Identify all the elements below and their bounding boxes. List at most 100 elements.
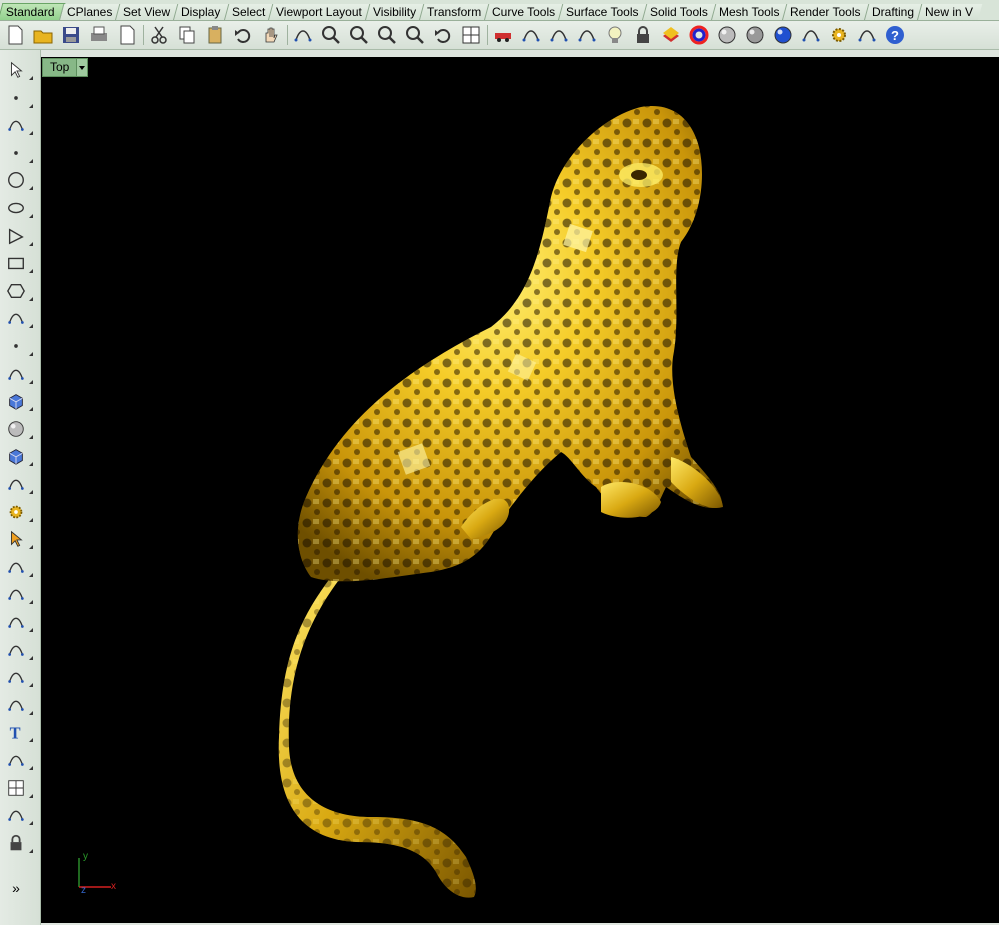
ellipse-tool[interactable] <box>4 196 28 220</box>
gear-solid-tool[interactable] <box>4 500 28 524</box>
osnap-button[interactable] <box>574 22 600 47</box>
circle-tool[interactable] <box>4 168 28 192</box>
layer-icon <box>663 26 679 42</box>
tab-label: Mesh Tools <box>718 5 780 19</box>
zoom-window-button[interactable] <box>346 22 372 47</box>
copy-icon <box>179 26 195 43</box>
rotate-view-button[interactable] <box>290 22 316 47</box>
zoom-extents-button[interactable] <box>374 22 400 47</box>
light-bulb-button[interactable] <box>602 22 628 47</box>
new-document-button[interactable] <box>2 22 28 47</box>
print-button[interactable] <box>86 22 112 47</box>
flyout-indicator <box>29 655 33 660</box>
viewport-menu-arrow[interactable] <box>76 59 88 76</box>
blend-curve-tool[interactable] <box>4 693 28 717</box>
color-wheel-button[interactable] <box>686 22 712 47</box>
boolean-spheres-tool[interactable] <box>4 417 28 441</box>
extrude-surface-tool[interactable] <box>4 362 28 386</box>
tab-standard[interactable]: Standard <box>0 3 66 20</box>
shaded-sphere-button[interactable] <box>742 22 768 47</box>
flyout-indicator <box>29 545 33 550</box>
tab-display[interactable]: Display <box>172 4 230 20</box>
tab-curve-tools[interactable]: Curve Tools <box>483 4 565 20</box>
scale-tool[interactable] <box>4 748 28 772</box>
save-icon <box>63 26 79 43</box>
cylinder-tool[interactable] <box>4 444 28 468</box>
flyout-indicator <box>29 490 33 494</box>
tab-solid-tools[interactable]: Solid Tools <box>641 4 717 20</box>
polygon-triangle-tool[interactable] <box>4 224 28 248</box>
tab-new-in-v[interactable]: New in V <box>916 4 982 20</box>
box-solid-tool[interactable] <box>4 389 28 413</box>
tab-render-tools[interactable]: Render Tools <box>781 4 870 20</box>
transform-tool[interactable] <box>4 803 28 827</box>
color-wheel-icon <box>689 25 709 44</box>
copy-button[interactable] <box>174 22 200 47</box>
tab-surface-tools[interactable]: Surface Tools <box>557 4 649 20</box>
viewport-title-tab[interactable]: Top <box>42 58 89 77</box>
curve-points-tool[interactable] <box>4 141 28 165</box>
curve-arc-icon <box>8 672 24 684</box>
cplane-icon <box>522 29 540 41</box>
zoom-button[interactable] <box>318 22 344 47</box>
properties-icon <box>120 25 135 44</box>
undo-button[interactable] <box>230 22 256 47</box>
pan-hand-button[interactable] <box>258 22 284 47</box>
tab-drafting[interactable]: Drafting <box>863 4 923 20</box>
zoom-selected-button[interactable] <box>402 22 428 47</box>
mesh-plane-tool[interactable] <box>4 472 28 496</box>
block-icon <box>10 834 22 851</box>
hexagon-tool[interactable] <box>4 279 28 303</box>
properties-pen-icon <box>802 29 820 41</box>
grid-snap-button[interactable] <box>546 22 572 47</box>
help-button[interactable]: ? <box>882 22 908 47</box>
print-icon <box>91 26 107 41</box>
curve-arc-tool[interactable] <box>4 665 28 689</box>
lock-button[interactable] <box>630 22 656 47</box>
move-tool-tool[interactable] <box>4 555 28 579</box>
paste-button[interactable] <box>202 22 228 47</box>
render-sphere-button[interactable] <box>714 22 740 47</box>
tab-cplanes[interactable]: CPlanes <box>58 4 122 20</box>
array-grid-tool[interactable] <box>4 776 28 800</box>
settings-gear-button[interactable] <box>826 22 852 47</box>
rectangle-tool[interactable] <box>4 251 28 275</box>
point-tool[interactable] <box>4 86 28 110</box>
tab-viewport-layout[interactable]: Viewport Layout <box>267 4 372 20</box>
save-button[interactable] <box>58 22 84 47</box>
edit-arrow-tool[interactable] <box>4 527 28 551</box>
properties-button[interactable] <box>114 22 140 47</box>
array-tool[interactable] <box>4 638 28 662</box>
top-viewport[interactable]: Top y x z <box>41 57 999 923</box>
cplane-button[interactable] <box>518 22 544 47</box>
open-folder-button[interactable] <box>30 22 56 47</box>
tab-transform[interactable]: Transform <box>418 4 491 20</box>
layer-button[interactable] <box>658 22 684 47</box>
cylinder-icon <box>9 449 23 466</box>
tab-select[interactable]: Select <box>223 4 275 20</box>
cut-button[interactable] <box>146 22 172 47</box>
select-arrow-tool[interactable] <box>4 58 28 82</box>
tab-set-view[interactable]: Set View <box>114 4 180 20</box>
more-tools-button[interactable]: » <box>4 876 28 900</box>
surface-points-icon <box>14 344 18 348</box>
flyout-indicator <box>29 241 33 246</box>
curve-fillet-tool[interactable] <box>4 306 28 330</box>
hexagon-icon <box>7 283 25 298</box>
align-tool-tool[interactable] <box>4 582 28 606</box>
text-tool[interactable]: T <box>4 720 28 744</box>
undo-view-button[interactable] <box>430 22 456 47</box>
group-tool[interactable] <box>4 610 28 634</box>
polyline-tool[interactable] <box>4 113 28 137</box>
tab-mesh-tools[interactable]: Mesh Tools <box>710 4 789 20</box>
four-viewports-button[interactable] <box>458 22 484 47</box>
render-blue-sphere-button[interactable] <box>770 22 796 47</box>
car-button[interactable] <box>490 22 516 47</box>
dimension-button[interactable] <box>854 22 880 47</box>
viewport-name[interactable]: Top <box>43 59 76 76</box>
tab-visibility[interactable]: Visibility <box>364 4 426 20</box>
block-tool[interactable] <box>4 831 28 855</box>
boolean-spheres-icon <box>8 421 24 437</box>
properties-pen-button[interactable] <box>798 22 824 47</box>
surface-points-tool[interactable] <box>4 334 28 358</box>
